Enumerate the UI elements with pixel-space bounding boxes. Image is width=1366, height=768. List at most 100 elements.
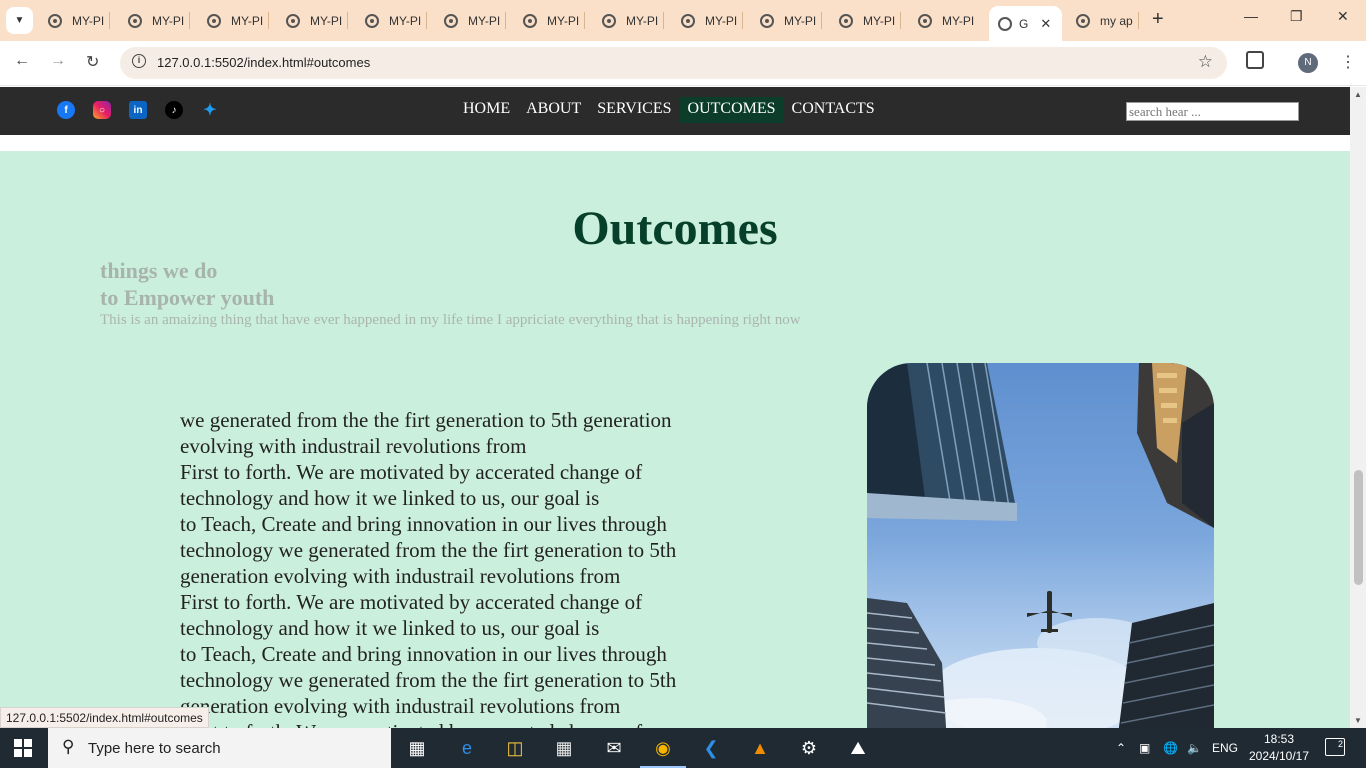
browser-tab[interactable]: MY-PI [918, 8, 974, 33]
mail-icon[interactable]: ✉ [602, 736, 626, 760]
section-title: Outcomes [572, 202, 778, 255]
scroll-down-arrow-icon[interactable]: ▼ [1354, 716, 1362, 725]
site-search-input[interactable] [1126, 102, 1299, 121]
site-info-icon[interactable]: i [132, 54, 146, 68]
scroll-up-arrow-icon[interactable]: ▲ [1354, 90, 1362, 99]
body-line: generation evolving with industrail revo… [180, 564, 621, 588]
globe-icon [839, 13, 853, 28]
page-viewport: f ○ in ♪ ✦ HOME ABOUT SERVICES OUTCOMES … [0, 87, 1350, 728]
globe-icon [286, 13, 300, 28]
facebook-icon[interactable]: f [57, 101, 75, 119]
settings-gear-icon[interactable]: ⚙ [797, 736, 821, 760]
body-line: we generated from the the firt generatio… [180, 408, 672, 432]
tiktok-icon[interactable]: ♪ [165, 101, 183, 119]
taskbar-search-box[interactable]: ⚲ Type here to search [48, 728, 391, 768]
body-line: technology we generated from the the fir… [180, 668, 677, 692]
body-line: technology we generated from the the fir… [180, 538, 677, 562]
close-window-icon[interactable]: ✕ [1337, 8, 1349, 25]
minimize-icon[interactable]: — [1244, 8, 1258, 24]
outcomes-body-text: we generated from the the firt generatio… [180, 407, 740, 728]
file-explorer-icon[interactable]: ◫ [503, 736, 527, 760]
windows-start-icon[interactable] [14, 739, 32, 757]
nav-services[interactable]: SERVICES [589, 97, 679, 123]
vscode-icon[interactable]: ❮ [699, 736, 723, 760]
browser-tab[interactable]: MY-PI [207, 8, 270, 33]
scroll-thumb[interactable] [1354, 470, 1363, 585]
site-navbar: f ○ in ♪ ✦ HOME ABOUT SERVICES OUTCOMES … [0, 87, 1350, 135]
taskbar-search-placeholder: Type here to search [88, 740, 221, 757]
browser-tab[interactable]: MY-PI [444, 8, 507, 33]
globe-icon [365, 13, 379, 28]
globe-icon [48, 13, 62, 28]
globe-icon [681, 13, 695, 28]
volume-icon[interactable]: 🔈 [1187, 741, 1202, 755]
close-tab-icon[interactable]: ✕ [1040, 16, 1051, 32]
taskbar-clock[interactable]: 18:53 2024/10/17 [1248, 731, 1310, 765]
browser-tab[interactable]: MY-PI [839, 8, 902, 33]
globe-icon [207, 13, 221, 28]
tab-search-button[interactable]: ▼ [6, 7, 33, 34]
reload-icon[interactable]: ↻ [86, 52, 99, 72]
browser-tab-active[interactable]: G ✕ [989, 6, 1062, 41]
globe-icon [523, 13, 537, 28]
language-indicator[interactable]: ENG [1212, 741, 1238, 755]
url-text[interactable]: 127.0.0.1:5502/index.html#outcomes [157, 55, 370, 70]
back-arrow-icon[interactable]: ← [14, 52, 30, 70]
body-line: technology and how it we linked to us, o… [180, 616, 600, 640]
globe-icon [1076, 13, 1090, 28]
bookmark-star-icon[interactable]: ☆ [1198, 52, 1213, 72]
body-line: technology and how it we linked to us, o… [180, 486, 600, 510]
new-tab-button[interactable]: + [1152, 8, 1164, 31]
browser-tab[interactable]: MY-PI [128, 8, 191, 33]
globe-icon [998, 16, 1012, 31]
notification-center-icon[interactable]: 2 [1325, 738, 1345, 756]
body-line: to Teach, Create and bring innovation in… [180, 512, 667, 536]
subtitle-line-1: things we do [100, 258, 218, 283]
browser-tab[interactable]: MY-PI [523, 8, 586, 33]
nav-contacts[interactable]: CONTACTS [784, 97, 883, 123]
linkedin-icon[interactable]: in [129, 101, 147, 119]
globe-icon [444, 13, 458, 28]
show-hidden-icons-chevron-icon[interactable]: ⌃ [1116, 741, 1126, 755]
nav-home[interactable]: HOME [455, 97, 518, 123]
main-menu: HOME ABOUT SERVICES OUTCOMES CONTACTS [455, 97, 883, 123]
meet-now-icon[interactable]: ▣ [1139, 741, 1150, 755]
body-line: evolving with industrail revolutions fro… [180, 434, 527, 458]
address-bar[interactable]: i 127.0.0.1:5502/index.html#outcomes ☆ [120, 47, 1227, 79]
browser-tab[interactable]: MY-PI [602, 8, 665, 33]
restore-icon[interactable]: ❐ [1290, 8, 1303, 25]
edge-icon[interactable]: e [455, 736, 479, 760]
nav-about[interactable]: ABOUT [518, 97, 589, 123]
browser-tab[interactable]: my ap [1076, 8, 1139, 33]
body-line: to Teach, Create and bring innovation in… [180, 642, 667, 666]
instagram-icon[interactable]: ○ [93, 101, 111, 119]
body-line: First to forth. We are motivated by acce… [180, 460, 643, 484]
browser-tab[interactable]: MY-PI [760, 8, 823, 33]
tagline: This is an amaizing thing that have ever… [100, 312, 801, 328]
browser-tab-strip: ▼ MY-PI MY-PI MY-PI MY-PI MY-PI MY-PI MY… [0, 0, 1366, 41]
profile-avatar[interactable]: N [1298, 53, 1318, 73]
browser-tab[interactable]: MY-PI [681, 8, 744, 33]
windows-taskbar: ⚲ Type here to search ▦ e ◫ ▦ ✉ ◉ ❮ ▲ ⚙ … [0, 728, 1366, 768]
browser-tab[interactable]: MY-PI [286, 8, 349, 33]
twitter-icon[interactable]: ✦ [201, 101, 219, 119]
globe-icon [918, 13, 932, 28]
vlc-icon[interactable]: ▲ [748, 736, 772, 760]
clock-date: 2024/10/17 [1248, 749, 1310, 763]
network-globe-icon[interactable]: 🌐 [1163, 741, 1178, 755]
menu-kebab-icon[interactable]: ⋮ [1340, 52, 1356, 72]
forward-arrow-icon[interactable]: → [50, 52, 66, 70]
task-view-icon[interactable]: ▦ [405, 736, 429, 760]
extensions-icon[interactable] [1246, 51, 1264, 69]
spacer [0, 135, 1350, 151]
city-skyline-airplane-image [867, 363, 1214, 728]
browser-toolbar: ← → ↻ i 127.0.0.1:5502/index.html#outcom… [0, 41, 1366, 86]
nav-outcomes[interactable]: OUTCOMES [679, 97, 784, 123]
microsoft-store-icon[interactable]: ▦ [552, 736, 576, 760]
photos-icon[interactable]: ⛰ [846, 736, 870, 760]
browser-tab[interactable]: MY-PI [365, 8, 428, 33]
page-scrollbar[interactable]: ▲ ▼ [1350, 87, 1366, 728]
browser-tab[interactable]: MY-PI [48, 8, 111, 33]
chrome-icon[interactable]: ◉ [640, 736, 686, 768]
subtitle-line-2: to Empower youth [100, 285, 275, 310]
